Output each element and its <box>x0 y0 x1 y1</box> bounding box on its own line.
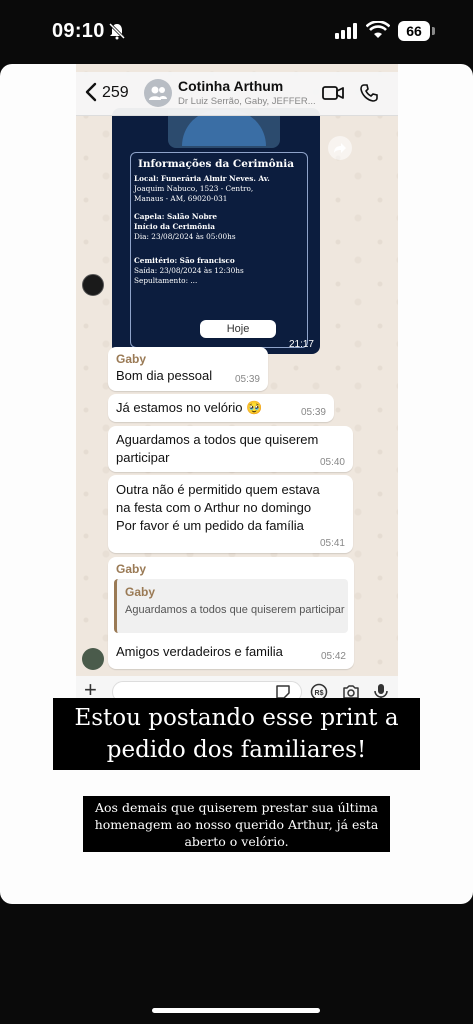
phone-icon[interactable] <box>360 84 378 102</box>
svg-text:R$: R$ <box>315 690 324 697</box>
ceremony-cemiterio: Cemitério: São francisco <box>134 256 235 265</box>
ceremony-local: Local: Funerária Almir Neves. Av. <box>134 174 270 183</box>
message-time: 05:41 <box>319 538 345 549</box>
message-time: 05:40 <box>319 457 345 468</box>
ceremony-inicio: Início da Cerimônia <box>134 222 215 231</box>
message-text-line1: Aguardamos a todos que quiserem <box>116 432 319 447</box>
home-indicator[interactable] <box>152 1008 320 1013</box>
plus-icon[interactable]: + <box>84 679 97 701</box>
message-text-line3: Por favor é um pedido da família <box>116 518 304 533</box>
forward-button[interactable] <box>328 136 352 160</box>
ceremony-local-line2: Joaquim Nabuco, 1523 - Centro, <box>134 184 254 193</box>
message-text-line2: participar <box>116 450 170 465</box>
message-bubble[interactable]: Outra não é permitido quem estava na fes… <box>108 475 353 553</box>
battery-indicator: 66 <box>398 21 430 41</box>
date-separator: Hoje <box>200 320 276 338</box>
cellular-signal-icon <box>335 23 357 39</box>
ceremony-sepultamento: Sepultamento: ... <box>134 276 198 285</box>
group-participants[interactable]: Dr Luiz Serrão, Gaby, JEFFER... <box>178 96 318 107</box>
status-bar: 09:10 66 <box>0 0 473 64</box>
group-avatar[interactable] <box>144 79 172 107</box>
reply-message-bubble[interactable]: Gaby Gaby Aguardamos a todos que quisere… <box>108 557 354 669</box>
message-time: 05:42 <box>320 651 346 662</box>
caption-secondary-line2: homenagem ao nosso querido Arthur, já es… <box>94 817 379 832</box>
message-text-line1: Outra não é permitido quem estava <box>116 482 320 497</box>
ceremony-capela: Capela: Salão Nobre <box>134 212 218 221</box>
caption-secondary-line1: Aos demais que quiserem prestar sua últi… <box>95 800 378 815</box>
chat-header: 259 Cotinha Arthum Dr Luiz Serrão, Gaby,… <box>76 72 398 116</box>
back-unread-count[interactable]: 259 <box>102 84 129 102</box>
caption-main-line1: Estou postando esse print a <box>74 705 399 731</box>
sender-avatar[interactable] <box>82 274 104 296</box>
message-text: Amigos verdadeiros e familia <box>116 644 283 659</box>
image-message[interactable]: Informações da Cerimônia Local: Funerári… <box>112 108 320 354</box>
message-time: 05:39 <box>300 407 326 418</box>
message-time: 21:17 <box>288 339 314 350</box>
sender-name: Gaby <box>116 352 147 366</box>
message-bubble[interactable]: Gaby Bom dia pessoal 05:39 <box>108 347 268 391</box>
quoted-message[interactable]: Gaby Aguardamos a todos que quiserem par… <box>114 579 348 633</box>
ceremony-local-line3: Manaus - AM, 69020-031 <box>134 194 228 203</box>
ceremony-dia: Dia: 23/08/2024 às 05:00hs <box>134 232 236 241</box>
video-call-icon[interactable] <box>322 85 344 101</box>
bell-muted-icon <box>108 22 126 40</box>
group-icon <box>149 86 167 100</box>
message-bubble[interactable]: Aguardamos a todos que quiserem particip… <box>108 426 353 472</box>
story-card: Informações da Cerimônia Local: Funerári… <box>0 64 473 904</box>
message-bubble[interactable]: Já estamos no velório 🥹 05:39 <box>108 394 334 422</box>
message-text-line2: na festa com o Arthur no domingo <box>116 500 312 515</box>
sender-name: Gaby <box>116 562 147 576</box>
forward-icon <box>334 143 346 153</box>
quoted-text: Aguardamos a todos que quiserem particip… <box>125 604 345 616</box>
ceremony-saida: Saída: 23/08/2024 às 12:30hs <box>134 266 244 275</box>
sender-avatar[interactable] <box>82 648 104 670</box>
story-caption-main: Estou postando esse print a pedido dos f… <box>53 698 420 770</box>
group-name[interactable]: Cotinha Arthum <box>178 78 283 94</box>
ceremony-title: Informações da Cerimônia <box>137 158 295 170</box>
story-caption-secondary: Aos demais que quiserem prestar sua últi… <box>83 796 390 852</box>
battery-tip <box>432 27 435 35</box>
quoted-sender: Gaby <box>125 585 156 599</box>
caption-main-line2: pedido dos familiares! <box>106 737 367 763</box>
wifi-icon <box>366 21 390 38</box>
message-time: 05:39 <box>234 374 260 385</box>
chevron-left-icon[interactable] <box>84 82 98 102</box>
message-text: Já estamos no velório 🥹 <box>116 400 263 415</box>
clock: 09:10 <box>52 20 105 42</box>
caption-secondary-line3: aberto o velório. <box>184 834 289 849</box>
message-text: Bom dia pessoal <box>116 368 213 383</box>
